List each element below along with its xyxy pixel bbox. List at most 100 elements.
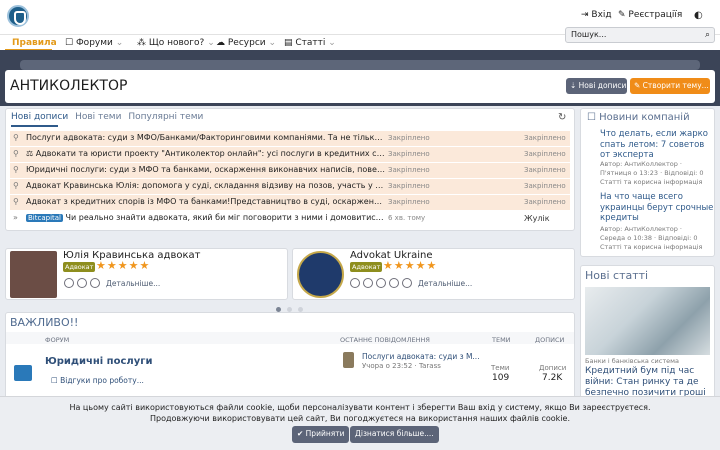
news-item-author: Автор: АнтиКоллектор · <box>600 160 682 168</box>
pin-icon: ⚲ <box>13 149 19 158</box>
last-post-title[interactable]: Послуги адвоката: суди з М... <box>362 352 480 361</box>
thread-row[interactable]: ⚲ Юридичні послуги: суди з МФО та банками… <box>10 163 570 178</box>
thread-title[interactable]: ⚖ Адвокати та юристи проекту "Антиколект… <box>26 149 386 158</box>
nav-resources-label: Ресурси <box>227 38 266 48</box>
nav-whats-new[interactable]: ⁂ Що нового? ⌄ <box>137 38 215 48</box>
thread-title[interactable]: Адвокат з кредитних спорів із МФО та бан… <box>26 197 386 206</box>
last-post-avatar[interactable] <box>343 352 354 368</box>
register-link[interactable]: ✎ Реєстраціїя <box>618 10 682 20</box>
page-title: АНТИКОЛЕКТОР <box>10 78 128 94</box>
site-logo[interactable] <box>7 5 29 27</box>
pin-icon: ⚲ <box>13 181 19 190</box>
theme-toggle-icon[interactable]: ◐ <box>694 10 703 21</box>
thread-title[interactable]: Юридичні послуги: суди з МФО та банками,… <box>26 165 386 174</box>
tab-new-threads[interactable]: Нові теми <box>75 112 121 122</box>
thread-title-with-badge[interactable]: Bitcapital Чи реально знайти адвоката, я… <box>26 213 386 222</box>
rating-stars: ★★★★★ <box>383 259 438 272</box>
thread-status: Закріплено <box>388 182 430 190</box>
viber-icon[interactable] <box>64 278 74 288</box>
whatsapp-icon[interactable] <box>363 278 373 288</box>
subforum-label: Відгуки про роботу... <box>60 376 144 385</box>
nav-articles-label: Статті <box>295 38 326 48</box>
telegram-icon[interactable] <box>350 278 360 288</box>
thread-status-secondary: Закріплено <box>524 150 566 158</box>
cookie-more-button[interactable]: Дізнатися більше.... <box>350 426 439 443</box>
search-placeholder: Пошук... <box>571 30 607 39</box>
nav-forums[interactable]: ☐ Форуми ⌄ <box>65 38 123 48</box>
subforum-link[interactable]: ☐ Відгуки про роботу... <box>51 376 144 385</box>
nav-rules[interactable]: Правила <box>12 38 57 48</box>
column-header-bar <box>6 332 574 344</box>
website-icon[interactable] <box>402 278 412 288</box>
lawyer-avatar[interactable] <box>10 251 57 298</box>
website-icon[interactable] <box>90 278 100 288</box>
cookie-line-1: На цьому сайті використовуються файли co… <box>69 403 651 412</box>
thread-title[interactable]: Адвокат Кравинська Юлія: допомога у суді… <box>26 181 386 190</box>
search-input[interactable]: Пошук... ⌕ <box>565 27 715 43</box>
news-item-category[interactable]: Статті та корисна інформація <box>600 178 715 187</box>
arrow-icon: » <box>13 213 18 222</box>
thread-row[interactable]: ⚲ Адвокат з кредитних спорів із МФО та ба… <box>10 195 570 210</box>
lawyer-tag: Адвокат <box>63 262 96 272</box>
hero-fade <box>20 60 700 70</box>
details-link[interactable]: Детальніше... <box>106 279 160 288</box>
facebook-icon[interactable] <box>77 278 87 288</box>
threads-label: Теми <box>491 364 510 372</box>
thread-status-secondary: Закріплено <box>524 134 566 142</box>
news-item-title[interactable]: На что чаще всего украинцы берут срочные… <box>600 192 715 224</box>
thread-title[interactable]: Чи реально знайти адвоката, який би міг … <box>66 213 386 222</box>
forum-name[interactable]: Юридичні послуги <box>45 356 152 367</box>
thread-title[interactable]: Послуги адвоката: суди з МФО/Банками/Фак… <box>26 133 386 142</box>
article-category[interactable]: Банки і банківська система <box>585 357 700 366</box>
news-item-category[interactable]: Статті та корисна інформація <box>600 243 715 252</box>
last-post-meta: Учора о 23:52 · Tarass <box>362 362 441 370</box>
create-thread-button[interactable]: ✎ Створити тему... <box>630 78 710 94</box>
last-post-user[interactable]: Tarass <box>419 362 441 370</box>
thread-status: Закріплено <box>388 166 430 174</box>
login-link[interactable]: ⇥ Вхід <box>581 10 612 20</box>
thread-status-secondary: Закріплено <box>524 198 566 206</box>
refresh-icon[interactable]: ↻ <box>558 112 566 123</box>
thread-row[interactable]: » Bitcapital Чи реально знайти адвоката, … <box>10 211 570 226</box>
tab-popular-threads[interactable]: Популярні теми <box>128 112 203 122</box>
login-label: Вхід <box>591 10 612 20</box>
pin-icon: ⚲ <box>13 197 19 206</box>
tab-new-posts[interactable]: Нові дописи <box>11 112 68 122</box>
new-posts-button[interactable]: ⇣ Нові дописи <box>566 78 627 94</box>
create-thread-label: Створити тему... <box>642 81 709 90</box>
lawyer-avatar[interactable] <box>297 251 344 298</box>
nav-forums-label: Форуми <box>75 38 113 48</box>
news-item-title[interactable]: Что делать, если жарко спать летом: 7 со… <box>600 129 715 161</box>
col-posts: ДОПИСИ <box>535 336 565 344</box>
thread-status-secondary: Закріплено <box>524 166 566 174</box>
prefix-badge: Bitcapital <box>26 214 63 222</box>
forum-icon <box>14 365 32 381</box>
nav-resources[interactable]: ☁ Ресурси ⌄ <box>216 38 276 48</box>
lawyer-tag: Адвокат <box>350 262 383 272</box>
section-title[interactable]: ВАЖЛИВО!! <box>10 316 78 329</box>
news-item-meta: Середа о 10:38 · Відповіді: 0 <box>600 234 698 242</box>
thread-row[interactable]: ⚲ Адвокат Кравинська Юлія: допомога у суд… <box>10 179 570 194</box>
cookie-text: На цьому сайті використовуються файли co… <box>0 402 720 424</box>
thread-time: 6 хв. тому <box>388 214 426 222</box>
thread-status: Закріплено <box>388 134 430 142</box>
threads-count: 109 <box>492 373 510 383</box>
company-news-label: Новини компаній <box>599 112 690 123</box>
col-forum: ФОРУМ <box>45 336 70 344</box>
details-link[interactable]: Детальніше... <box>418 279 472 288</box>
cookie-accept-button[interactable]: ✔ Прийняти <box>292 426 350 443</box>
viber-icon[interactable] <box>376 278 386 288</box>
thread-last-user[interactable]: Жулік <box>524 214 550 223</box>
thread-row[interactable]: ⚲ Послуги адвоката: суди з МФО/Банками/Фа… <box>10 131 570 146</box>
new-posts-label: Нові дописи <box>578 81 627 90</box>
news-item-author: Автор: АнтиКоллектор · <box>600 225 682 233</box>
thread-tabs: Нові дописи Нові теми Популярні теми <box>11 112 207 122</box>
article-image[interactable] <box>585 287 710 355</box>
search-icon[interactable]: ⌕ <box>705 30 710 40</box>
nav-articles[interactable]: ▤ Статті ⌄ <box>284 38 336 48</box>
new-articles-title: Нові статті <box>585 269 649 282</box>
facebook-icon[interactable] <box>389 278 399 288</box>
col-last-post: ОСТАННЄ ПОВІДОМЛЕННЯ <box>340 336 430 344</box>
thread-row[interactable]: ⚲ ⚖ Адвокати та юристи проекту "Антиколек… <box>10 147 570 162</box>
thread-status: Закріплено <box>388 198 430 206</box>
